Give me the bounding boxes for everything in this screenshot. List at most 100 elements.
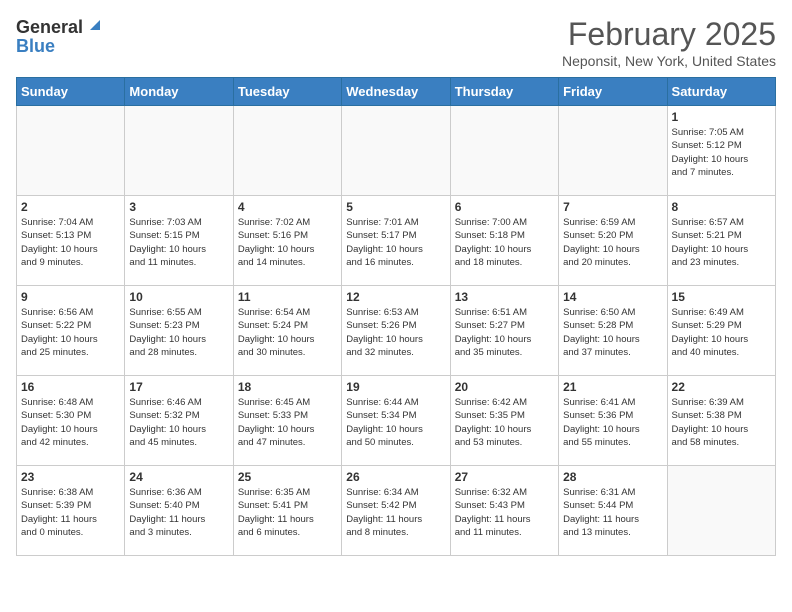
calendar-cell: [667, 466, 775, 556]
day-info: Sunrise: 6:54 AM Sunset: 5:24 PM Dayligh…: [238, 306, 337, 359]
day-info: Sunrise: 7:04 AM Sunset: 5:13 PM Dayligh…: [21, 216, 120, 269]
day-number: 10: [129, 290, 228, 304]
day-info: Sunrise: 6:53 AM Sunset: 5:26 PM Dayligh…: [346, 306, 445, 359]
day-header-saturday: Saturday: [667, 78, 775, 106]
day-info: Sunrise: 6:38 AM Sunset: 5:39 PM Dayligh…: [21, 486, 120, 539]
day-header-monday: Monday: [125, 78, 233, 106]
day-number: 3: [129, 200, 228, 214]
calendar-cell: 3 Sunrise: 7:03 AM Sunset: 5:15 PM Daylig…: [125, 196, 233, 286]
calendar-cell: 4 Sunrise: 7:02 AM Sunset: 5:16 PM Daylig…: [233, 196, 341, 286]
calendar-cell: [342, 106, 450, 196]
day-info: Sunrise: 6:42 AM Sunset: 5:35 PM Dayligh…: [455, 396, 554, 449]
day-number: 23: [21, 470, 120, 484]
calendar-cell: [125, 106, 233, 196]
calendar-cell: 21 Sunrise: 6:41 AM Sunset: 5:36 PM Dayli…: [559, 376, 667, 466]
logo-general-text: General: [16, 18, 83, 36]
calendar-cell: 22Sunrise: 6:39 AM Sunset: 5:38 PM Dayli…: [667, 376, 775, 466]
day-info: Sunrise: 7:01 AM Sunset: 5:17 PM Dayligh…: [346, 216, 445, 269]
day-info: Sunrise: 6:57 AM Sunset: 5:21 PM Dayligh…: [672, 216, 771, 269]
calendar-cell: 5 Sunrise: 7:01 AM Sunset: 5:17 PM Daylig…: [342, 196, 450, 286]
day-info: Sunrise: 6:55 AM Sunset: 5:23 PM Dayligh…: [129, 306, 228, 359]
day-number: 17: [129, 380, 228, 394]
calendar-cell: 13Sunrise: 6:51 AM Sunset: 5:27 PM Dayli…: [450, 286, 558, 376]
day-number: 7: [563, 200, 662, 214]
day-info: Sunrise: 6:49 AM Sunset: 5:29 PM Dayligh…: [672, 306, 771, 359]
day-info: Sunrise: 7:05 AM Sunset: 5:12 PM Dayligh…: [672, 126, 771, 179]
calendar-cell: 25Sunrise: 6:35 AM Sunset: 5:41 PM Dayli…: [233, 466, 341, 556]
calendar-cell: [450, 106, 558, 196]
calendar-header-row: SundayMondayTuesdayWednesdayThursdayFrid…: [17, 78, 776, 106]
calendar-cell: 11 Sunrise: 6:54 AM Sunset: 5:24 PM Dayli…: [233, 286, 341, 376]
calendar-cell: 7 Sunrise: 6:59 AM Sunset: 5:20 PM Daylig…: [559, 196, 667, 286]
day-number: 13: [455, 290, 554, 304]
day-number: 6: [455, 200, 554, 214]
day-number: 22: [672, 380, 771, 394]
day-info: Sunrise: 7:02 AM Sunset: 5:16 PM Dayligh…: [238, 216, 337, 269]
day-header-thursday: Thursday: [450, 78, 558, 106]
day-header-sunday: Sunday: [17, 78, 125, 106]
calendar-week-row: 1 Sunrise: 7:05 AM Sunset: 5:12 PM Daylig…: [17, 106, 776, 196]
calendar-cell: 6 Sunrise: 7:00 AM Sunset: 5:18 PM Daylig…: [450, 196, 558, 286]
calendar-cell: [559, 106, 667, 196]
day-number: 27: [455, 470, 554, 484]
day-info: Sunrise: 6:56 AM Sunset: 5:22 PM Dayligh…: [21, 306, 120, 359]
day-header-friday: Friday: [559, 78, 667, 106]
calendar-cell: 18Sunrise: 6:45 AM Sunset: 5:33 PM Dayli…: [233, 376, 341, 466]
day-info: Sunrise: 7:00 AM Sunset: 5:18 PM Dayligh…: [455, 216, 554, 269]
calendar-cell: 28 Sunrise: 6:31 AM Sunset: 5:44 PM Dayli…: [559, 466, 667, 556]
day-number: 16: [21, 380, 120, 394]
calendar-week-row: 23 Sunrise: 6:38 AM Sunset: 5:39 PM Dayli…: [17, 466, 776, 556]
day-number: 14: [563, 290, 662, 304]
day-number: 9: [21, 290, 120, 304]
calendar-cell: [17, 106, 125, 196]
day-info: Sunrise: 6:32 AM Sunset: 5:43 PM Dayligh…: [455, 486, 554, 539]
calendar-cell: 26 Sunrise: 6:34 AM Sunset: 5:42 PM Dayli…: [342, 466, 450, 556]
calendar-week-row: 9 Sunrise: 6:56 AM Sunset: 5:22 PM Daylig…: [17, 286, 776, 376]
logo: General Blue: [16, 16, 102, 55]
day-number: 21: [563, 380, 662, 394]
day-info: Sunrise: 6:44 AM Sunset: 5:34 PM Dayligh…: [346, 396, 445, 449]
title-block: February 2025 Neponsit, New York, United…: [562, 16, 776, 69]
day-info: Sunrise: 6:45 AM Sunset: 5:33 PM Dayligh…: [238, 396, 337, 449]
day-info: Sunrise: 6:50 AM Sunset: 5:28 PM Dayligh…: [563, 306, 662, 359]
day-number: 4: [238, 200, 337, 214]
day-info: Sunrise: 6:35 AM Sunset: 5:41 PM Dayligh…: [238, 486, 337, 539]
calendar-cell: 23 Sunrise: 6:38 AM Sunset: 5:39 PM Dayli…: [17, 466, 125, 556]
day-info: Sunrise: 6:59 AM Sunset: 5:20 PM Dayligh…: [563, 216, 662, 269]
calendar-cell: 1 Sunrise: 7:05 AM Sunset: 5:12 PM Daylig…: [667, 106, 775, 196]
day-header-wednesday: Wednesday: [342, 78, 450, 106]
page-header: General Blue February 2025 Neponsit, New…: [16, 16, 776, 69]
calendar-week-row: 2Sunrise: 7:04 AM Sunset: 5:13 PM Daylig…: [17, 196, 776, 286]
day-number: 15: [672, 290, 771, 304]
location-title: Neponsit, New York, United States: [562, 53, 776, 69]
day-number: 28: [563, 470, 662, 484]
day-number: 5: [346, 200, 445, 214]
day-number: 12: [346, 290, 445, 304]
calendar-cell: 16 Sunrise: 6:48 AM Sunset: 5:30 PM Dayli…: [17, 376, 125, 466]
calendar-cell: 2Sunrise: 7:04 AM Sunset: 5:13 PM Daylig…: [17, 196, 125, 286]
calendar-cell: 27 Sunrise: 6:32 AM Sunset: 5:43 PM Dayli…: [450, 466, 558, 556]
day-number: 20: [455, 380, 554, 394]
calendar-table: SundayMondayTuesdayWednesdayThursdayFrid…: [16, 77, 776, 556]
calendar-cell: [233, 106, 341, 196]
day-number: 11: [238, 290, 337, 304]
day-info: Sunrise: 6:48 AM Sunset: 5:30 PM Dayligh…: [21, 396, 120, 449]
day-number: 26: [346, 470, 445, 484]
calendar-cell: 15 Sunrise: 6:49 AM Sunset: 5:29 PM Dayli…: [667, 286, 775, 376]
calendar-cell: 20 Sunrise: 6:42 AM Sunset: 5:35 PM Dayli…: [450, 376, 558, 466]
day-number: 1: [672, 110, 771, 124]
calendar-cell: 19Sunrise: 6:44 AM Sunset: 5:34 PM Dayli…: [342, 376, 450, 466]
day-info: Sunrise: 6:34 AM Sunset: 5:42 PM Dayligh…: [346, 486, 445, 539]
calendar-week-row: 16 Sunrise: 6:48 AM Sunset: 5:30 PM Dayli…: [17, 376, 776, 466]
calendar-cell: 14 Sunrise: 6:50 AM Sunset: 5:28 PM Dayli…: [559, 286, 667, 376]
calendar-cell: 24Sunrise: 6:36 AM Sunset: 5:40 PM Dayli…: [125, 466, 233, 556]
logo-blue-text: Blue: [16, 37, 55, 55]
calendar-cell: 17Sunrise: 6:46 AM Sunset: 5:32 PM Dayli…: [125, 376, 233, 466]
day-info: Sunrise: 6:36 AM Sunset: 5:40 PM Dayligh…: [129, 486, 228, 539]
day-number: 8: [672, 200, 771, 214]
calendar-cell: 10 Sunrise: 6:55 AM Sunset: 5:23 PM Dayli…: [125, 286, 233, 376]
day-info: Sunrise: 6:31 AM Sunset: 5:44 PM Dayligh…: [563, 486, 662, 539]
calendar-cell: 12 Sunrise: 6:53 AM Sunset: 5:26 PM Dayli…: [342, 286, 450, 376]
day-info: Sunrise: 7:03 AM Sunset: 5:15 PM Dayligh…: [129, 216, 228, 269]
day-info: Sunrise: 6:41 AM Sunset: 5:36 PM Dayligh…: [563, 396, 662, 449]
